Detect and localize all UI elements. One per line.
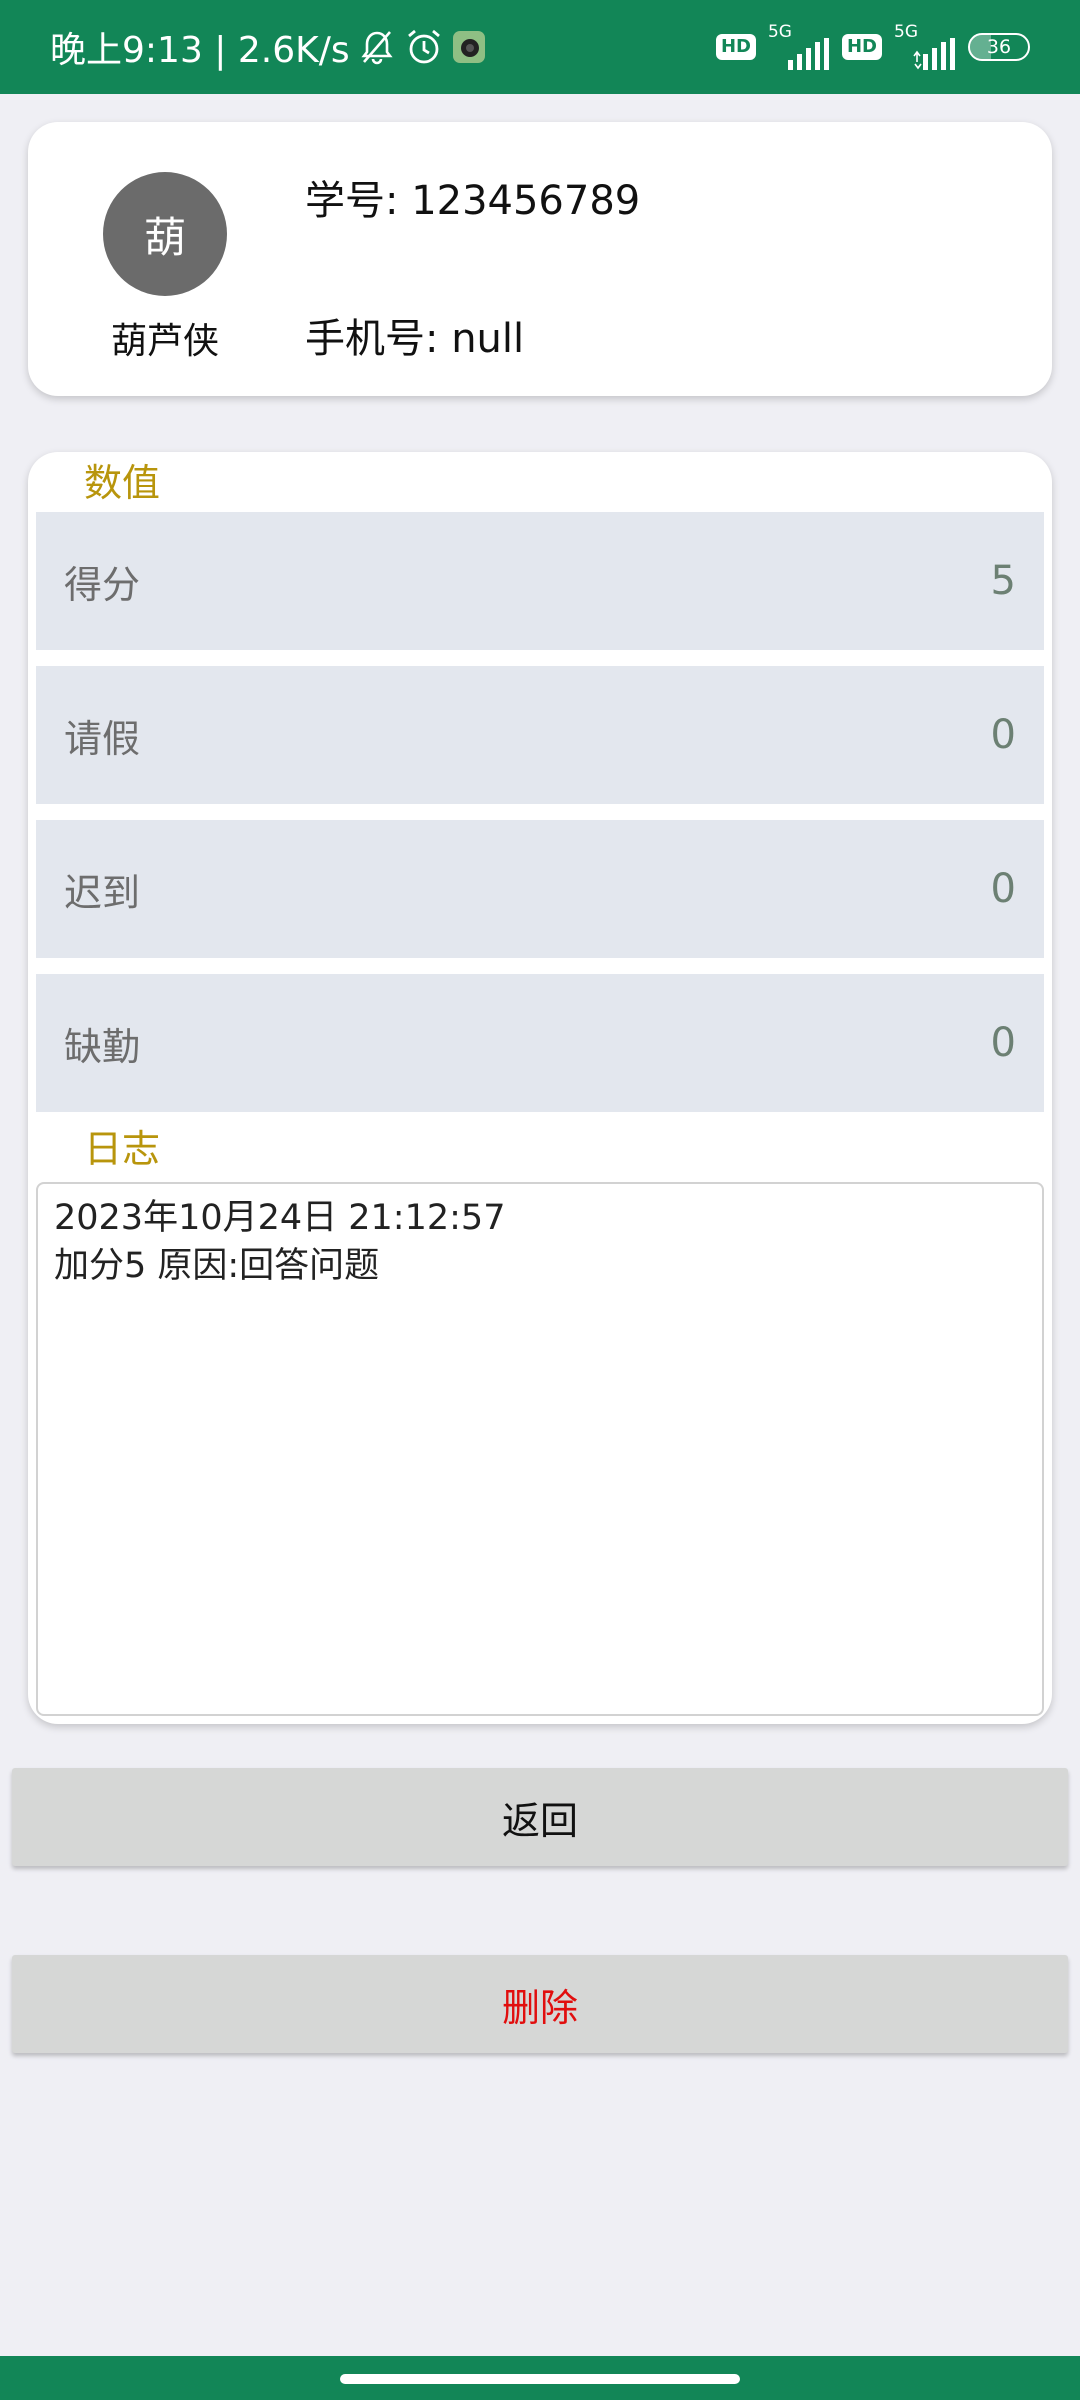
stat-value: 0 xyxy=(990,866,1016,912)
phone-number: 手机号: null xyxy=(305,316,525,362)
avatar[interactable]: 葫 xyxy=(103,172,227,296)
stat-label: 迟到 xyxy=(64,870,141,915)
delete-button[interactable]: 删除 xyxy=(12,1955,1068,2053)
stat-row-late[interactable]: 迟到 0 xyxy=(36,820,1044,958)
home-indicator[interactable] xyxy=(340,2374,740,2384)
stat-value: 0 xyxy=(990,712,1016,758)
hd-badge: HD xyxy=(715,34,756,60)
status-bar: 晚上9:13 | 2.6K/s HD 5G HD 5G 36 xyxy=(0,0,1080,94)
log-line: 2023年10月24日 21:12:57 xyxy=(54,1198,506,1238)
student-id: 学号: 123456789 xyxy=(305,178,641,224)
camera-app-icon xyxy=(452,30,486,64)
stat-label: 得分 xyxy=(64,562,141,607)
stat-value: 0 xyxy=(990,1020,1016,1066)
stat-row-score[interactable]: 得分 5 xyxy=(36,512,1044,650)
stat-value: 5 xyxy=(990,558,1016,604)
log-section-title: 日志 xyxy=(84,1127,161,1171)
stat-row-leave[interactable]: 请假 0 xyxy=(36,666,1044,804)
values-card: 数值 得分 5 请假 0 迟到 0 缺勤 0 日志 2023年10月24日 21… xyxy=(28,452,1052,1724)
signal-2-icon: 5G xyxy=(894,24,956,70)
log-textarea[interactable]: 2023年10月24日 21:12:57 加分5 原因:回答问题 xyxy=(36,1182,1044,1716)
profile-card: 葫 葫芦侠 学号: 123456789 手机号: null xyxy=(28,122,1052,396)
stat-label: 请假 xyxy=(64,716,141,761)
stat-row-absent[interactable]: 缺勤 0 xyxy=(36,974,1044,1112)
battery-icon: 36 xyxy=(968,33,1030,61)
values-section-title: 数值 xyxy=(84,461,161,505)
student-name: 葫芦侠 xyxy=(110,321,219,362)
alarm-clock-icon xyxy=(404,27,444,67)
hd-badge-2: HD xyxy=(841,34,882,60)
back-button[interactable]: 返回 xyxy=(12,1768,1068,1866)
stat-label: 缺勤 xyxy=(64,1024,141,1069)
signal-1-icon: 5G xyxy=(768,24,830,70)
log-line: 加分5 原因:回答问题 xyxy=(54,1246,380,1286)
bell-off-icon xyxy=(358,28,396,66)
navigation-bar xyxy=(0,2356,1080,2400)
status-time-speed: 晚上9:13 | 2.6K/s xyxy=(50,30,350,71)
